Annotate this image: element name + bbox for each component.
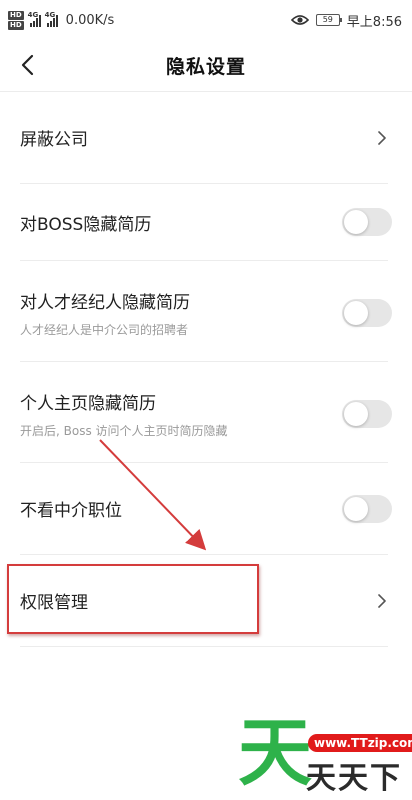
watermark-logo: 天 www.TTzip.com 天天下载 [236, 712, 412, 800]
settings-list: 屏蔽公司 对BOSS隐藏简历 对人才经纪人隐藏简历 人才经纪人是中介公司的招聘者… [0, 92, 412, 647]
watermark-url: www.TTzip.com [308, 734, 412, 752]
toggle-switch[interactable] [342, 208, 392, 236]
toggle-knob [344, 301, 368, 325]
chevron-right-icon [378, 593, 386, 608]
network-type-label: 4G [27, 10, 39, 19]
hd-badge: HD [8, 10, 24, 20]
setting-label: 权限管理 [20, 593, 88, 613]
toggle-switch[interactable] [342, 400, 392, 428]
signal-icon: 4G [27, 10, 41, 27]
setting-row-hide-from-agent: 对人才经纪人隐藏简历 人才经纪人是中介公司的招聘者 [20, 261, 392, 362]
watermark-logo-char: 天 [238, 710, 312, 796]
setting-row-hide-from-boss: 对BOSS隐藏简历 [20, 184, 392, 261]
setting-text: 个人主页隐藏简历 开启后, Boss 访问个人主页时简历隐藏 [20, 389, 228, 439]
page-title: 隐私设置 [165, 55, 246, 78]
setting-label: 不看中介职位 [20, 501, 122, 521]
setting-description: 开启后, Boss 访问个人主页时简历隐藏 [20, 424, 228, 438]
setting-row-hide-on-profile: 个人主页隐藏简历 开启后, Boss 访问个人主页时简历隐藏 [20, 362, 392, 463]
nav-bar: 隐私设置 [0, 40, 412, 90]
watermark-name: 天天下载 [306, 761, 402, 800]
battery-icon: 59 [315, 14, 342, 26]
status-left: HD HD 4G 4G 0.00K/s [8, 10, 115, 30]
setting-label: 对人才经纪人隐藏简历 [20, 293, 190, 313]
network-type-label-2: 4G [44, 10, 56, 19]
chevron-left-icon [21, 54, 34, 76]
network-speed: 0.00K/s [65, 12, 115, 28]
toggle-knob [344, 402, 368, 426]
hd-badge-2: HD [8, 20, 24, 30]
setting-label: 屏蔽公司 [20, 130, 88, 150]
eye-icon [290, 15, 309, 25]
setting-row-hide-agency-jobs: 不看中介职位 [20, 463, 392, 555]
toggle-switch[interactable] [342, 494, 392, 523]
status-right: 59 早上8:56 [290, 11, 402, 30]
toggle-switch[interactable] [342, 299, 392, 327]
status-bar: HD HD 4G 4G 0.00K/s 59 早上8:56 [0, 0, 412, 40]
setting-row-permission-management[interactable]: 权限管理 [20, 555, 388, 647]
clock: 早上8:56 [346, 14, 402, 30]
setting-description: 人才经纪人是中介公司的招聘者 [20, 323, 189, 337]
setting-label: 对BOSS隐藏简历 [20, 214, 152, 235]
back-button[interactable] [12, 50, 42, 80]
signal-icon-2: 4G [44, 10, 58, 27]
setting-text: 对人才经纪人隐藏简历 人才经纪人是中介公司的招聘者 [20, 288, 190, 338]
setting-row-block-company[interactable]: 屏蔽公司 [20, 92, 388, 184]
chevron-right-icon [378, 130, 386, 145]
toggle-knob [344, 210, 368, 234]
hd-badges: HD HD [8, 10, 24, 30]
setting-label: 个人主页隐藏简历 [20, 394, 156, 414]
toggle-knob [344, 496, 368, 521]
